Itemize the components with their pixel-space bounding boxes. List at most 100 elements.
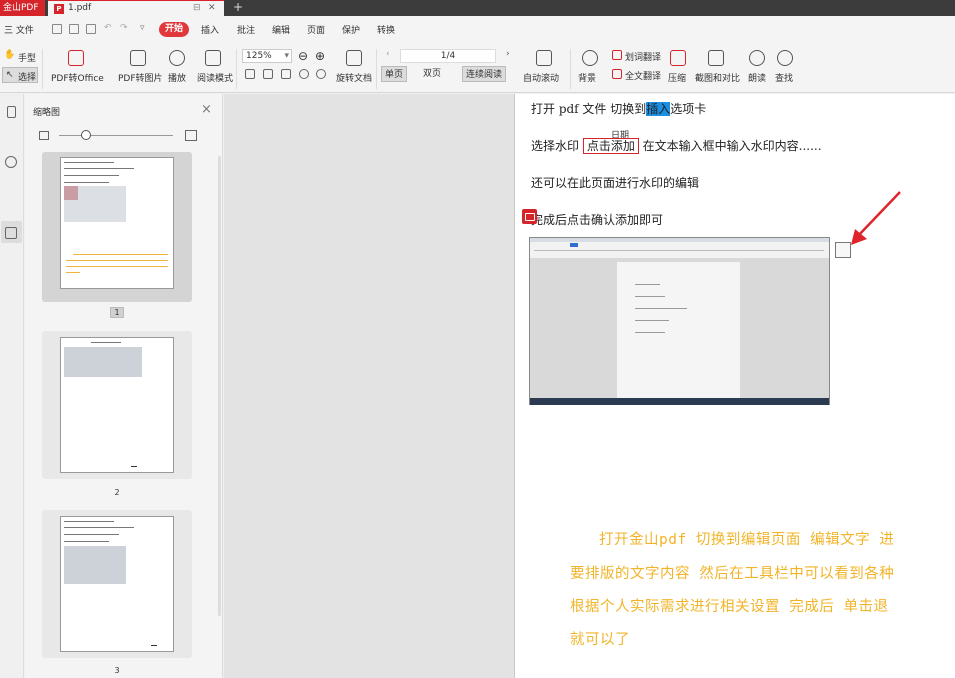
- screenshot-thumb: [64, 347, 142, 377]
- document-canvas[interactable]: 打开 pdf 文件 切换到插入选项卡 日期 选择水印 点击添加 在文本输入框中输…: [224, 94, 955, 678]
- pin-tab-icon[interactable]: ⊟: [193, 1, 201, 16]
- yellow-text-line-1: 打开金山pdf 切换到编辑页面 编辑文字 进: [599, 532, 895, 548]
- pdf-to-image-button[interactable]: PDF转图片: [118, 71, 163, 84]
- continuous-read-button[interactable]: 连续阅读: [462, 66, 507, 82]
- compress-icon[interactable]: [670, 50, 686, 66]
- small-image-icon[interactable]: [39, 131, 49, 140]
- screenshot-thumb: [64, 546, 126, 584]
- fit-page-icon[interactable]: [263, 69, 273, 79]
- thumbnail-size-slider[interactable]: [59, 135, 173, 136]
- tab-start[interactable]: 开始: [159, 22, 189, 37]
- yellow-text-line-3: 根据个人实际需求进行相关设置 完成后 单击退: [570, 599, 889, 615]
- page-indicator: 1/4: [440, 51, 456, 61]
- crop-compare-icon[interactable]: [708, 50, 724, 66]
- annotation-icon[interactable]: [5, 156, 17, 168]
- rotate-left-icon[interactable]: [299, 69, 309, 79]
- app-tab[interactable]: 金山PDF: [0, 0, 45, 16]
- divider: [236, 49, 237, 89]
- pdf-to-office-icon[interactable]: [68, 50, 84, 66]
- thumbnail-page-image: [60, 337, 174, 473]
- double-page-button[interactable]: 双页: [420, 66, 444, 82]
- close-tab-icon[interactable]: ✕: [208, 1, 216, 16]
- page-number-input[interactable]: 1/4: [400, 49, 496, 63]
- select-tool-button[interactable]: ↖ 选择: [2, 67, 38, 83]
- pdf-page[interactable]: 打开 pdf 文件 切换到插入选项卡 日期 选择水印 点击添加 在文本输入框中输…: [514, 94, 955, 678]
- print-icon[interactable]: [86, 24, 96, 34]
- hand-tool-icon[interactable]: ✋: [4, 50, 15, 60]
- bookmark-icon[interactable]: [7, 106, 16, 118]
- search-icon[interactable]: [777, 50, 793, 66]
- thumbnail-scrollbar[interactable]: [218, 156, 221, 616]
- slider-handle[interactable]: [81, 130, 91, 140]
- thumbnail-page-3[interactable]: [42, 510, 192, 658]
- redo-icon[interactable]: ↷: [120, 23, 128, 33]
- read-mode-button[interactable]: 阅读模式: [197, 71, 233, 84]
- open-icon[interactable]: [52, 24, 62, 34]
- highlighted-text: 插入: [646, 102, 671, 116]
- auto-scroll-button[interactable]: 自动滚动: [523, 71, 559, 84]
- screenshot-thumb: [64, 186, 126, 222]
- undo-icon[interactable]: ↶: [104, 23, 112, 33]
- actual-size-icon[interactable]: [281, 69, 291, 79]
- customize-icon[interactable]: ▿: [140, 23, 145, 33]
- chevron-down-icon: ▾: [284, 51, 289, 61]
- tab-annotate[interactable]: 批注: [237, 23, 255, 36]
- rotate-right-icon[interactable]: [316, 69, 326, 79]
- tab-page[interactable]: 页面: [307, 23, 325, 36]
- next-page-icon[interactable]: ›: [506, 49, 510, 59]
- divider: [376, 49, 377, 89]
- screenshot-ribbon: [530, 238, 829, 258]
- zoom-out-icon[interactable]: ⊖: [298, 49, 308, 63]
- pdf-to-office-button[interactable]: PDF转Office: [51, 71, 104, 84]
- save-icon[interactable]: [69, 24, 79, 34]
- file-menu[interactable]: 三 文件: [4, 23, 34, 36]
- tab-insert[interactable]: 插入: [201, 23, 219, 36]
- hand-tool-label[interactable]: 手型: [18, 51, 36, 64]
- auto-scroll-icon[interactable]: [536, 50, 552, 66]
- crop-compare-button[interactable]: 截图和对比: [695, 71, 740, 84]
- read-mode-icon[interactable]: [205, 50, 221, 66]
- thumbnail-page-2[interactable]: [42, 331, 192, 479]
- zoom-in-icon[interactable]: ⊕: [315, 49, 325, 63]
- text-line: [131, 466, 137, 467]
- find-button[interactable]: 查找: [775, 71, 793, 84]
- full-translate-icon[interactable]: [612, 69, 622, 79]
- word-translate-icon[interactable]: [612, 50, 622, 60]
- text-line: [151, 645, 157, 646]
- close-icon[interactable]: ×: [201, 102, 212, 117]
- compress-button[interactable]: 压缩: [668, 71, 686, 84]
- left-icon-strip: [0, 94, 24, 678]
- tab-edit[interactable]: 编辑: [272, 23, 290, 36]
- large-image-icon[interactable]: [185, 130, 197, 141]
- thumbnail-page-number: 1: [42, 307, 192, 318]
- document-tab[interactable]: P 1.pdf ⊟ ✕: [48, 0, 224, 16]
- tab-protect[interactable]: 保护: [342, 23, 360, 36]
- rotate-document-button[interactable]: 旋转文档: [336, 71, 372, 84]
- play-icon[interactable]: [169, 50, 185, 66]
- word-translate-button[interactable]: 划词翻译: [625, 50, 661, 63]
- background-button[interactable]: 背景: [578, 71, 596, 84]
- comment-icon[interactable]: [522, 209, 537, 224]
- menu-bar: 三 文件 ↶ ↷ ▿ 开始 插入 批注 编辑 页面 保护 转换: [0, 16, 955, 43]
- prev-page-icon[interactable]: ‹: [386, 49, 390, 59]
- full-translate-button[interactable]: 全文翻译: [625, 69, 661, 82]
- single-page-button[interactable]: 单页: [381, 66, 408, 82]
- tab-convert[interactable]: 转换: [377, 23, 395, 36]
- fit-width-icon[interactable]: [245, 69, 255, 79]
- play-button[interactable]: 播放: [168, 71, 186, 84]
- thumbnail-panel-title: 缩略图: [33, 108, 61, 118]
- rotate-document-icon[interactable]: [346, 50, 362, 66]
- red-arrow-annotation: [851, 191, 901, 245]
- new-tab-button[interactable]: +: [233, 0, 243, 15]
- zoom-select[interactable]: 125% ▾: [242, 49, 292, 63]
- embedded-screenshot[interactable]: [529, 237, 830, 405]
- divider: [42, 49, 43, 89]
- thumbnail-page-1[interactable]: [42, 152, 192, 302]
- zoom-value: 125%: [246, 51, 272, 61]
- background-icon[interactable]: [582, 50, 598, 66]
- pdf-to-image-icon[interactable]: [130, 50, 146, 66]
- microphone-icon[interactable]: [749, 50, 765, 66]
- read-aloud-button[interactable]: 朗读: [748, 71, 766, 84]
- yellow-text-line-2: 要排版的文字内容 然后在工具栏中可以看到各种: [570, 566, 895, 582]
- text-line: [66, 266, 168, 267]
